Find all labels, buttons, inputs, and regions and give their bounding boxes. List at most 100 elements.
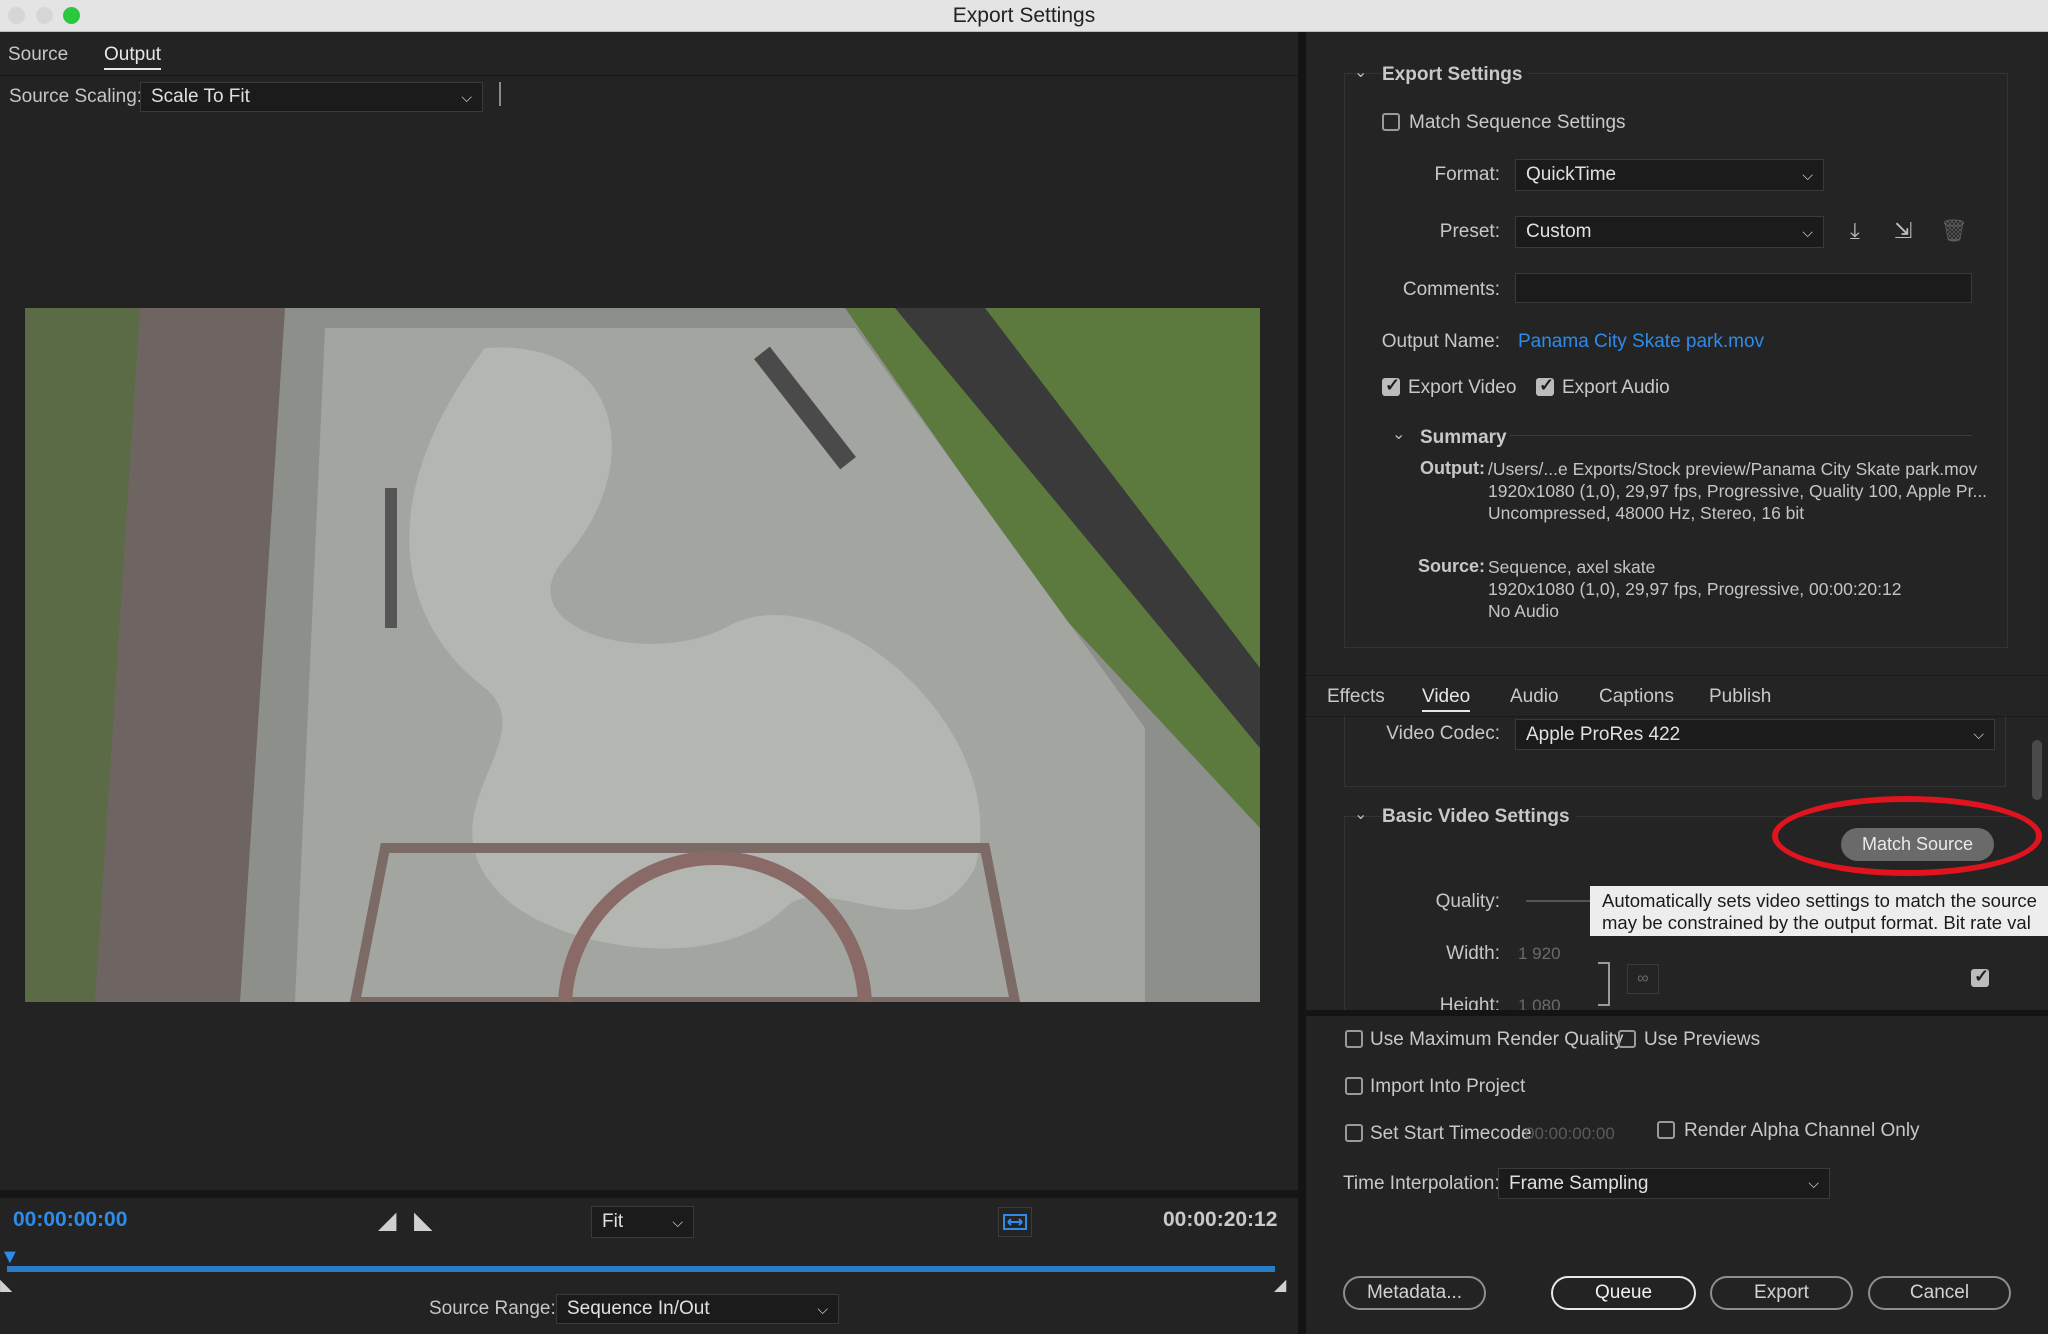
zoom-fit-value: Fit [602,1211,624,1232]
quality-label: Quality: [1435,891,1500,912]
summary-source-line: No Audio [1488,601,1560,621]
playhead-icon[interactable]: ▼ [0,1246,20,1269]
aspect-link-bracket [1598,962,1610,1006]
summary-source-text: Sequence, axel skate 1920x1080 (1,0), 29… [1488,556,2008,622]
max-render-quality-checkbox[interactable] [1345,1030,1363,1048]
match-source-button[interactable]: Match Source [1841,828,1994,861]
export-audio-checkbox[interactable] [1536,375,1554,396]
alpha-only-label: Render Alpha Channel Only [1684,1120,1920,1141]
tab-video[interactable]: Video [1422,686,1471,712]
export-settings-header[interactable]: Export Settings [1382,64,1529,86]
chevron-down-icon: ⌵ [1802,167,1813,183]
export-video-label: Export Video [1408,377,1517,398]
match-sequence-label: Match Sequence Settings [1409,112,1626,133]
alpha-only-checkbox[interactable] [1657,1121,1675,1139]
summary-header[interactable]: Summary [1420,427,1507,449]
window-title: Export Settings [952,4,1096,27]
summary-output-line: /Users/...e Exports/Stock preview/Panama… [1488,459,1978,479]
summary-output-label: Output: [1420,458,1485,478]
quality-slider[interactable] [1526,900,1596,902]
output-name-link[interactable]: Panama City Skate park.mov [1518,331,1764,353]
use-previews-label: Use Previews [1644,1029,1761,1050]
comments-field[interactable] [1515,273,1972,303]
source-scaling-dropdown[interactable]: Scale To Fit ⌵ [140,82,483,112]
output-name-label: Output Name: [1381,331,1500,352]
tooltip-line: Automatically sets video settings to mat… [1602,890,2037,911]
format-label: Format: [1434,164,1500,185]
width-override-checkbox[interactable] [1971,966,1989,987]
start-timecode-checkbox[interactable] [1345,1124,1363,1142]
time-interpolation-label: Time Interpolation: [1343,1173,1500,1194]
set-in-point-icon[interactable]: ◢ [378,1206,396,1235]
summary-output-text: /Users/...e Exports/Stock preview/Panama… [1488,458,2008,524]
aspect-correction-icon [1003,1214,1027,1230]
match-source-tooltip: Automatically sets video settings to mat… [1590,886,2048,936]
summary-output-line: Uncompressed, 48000 Hz, Stereo, 16 bit [1488,503,1805,523]
chevron-down-icon: ⌵ [461,89,472,105]
export-button[interactable]: Export [1710,1276,1853,1310]
queue-button[interactable]: Queue [1551,1276,1696,1310]
chevron-down-icon[interactable]: ⌄ [1392,424,1405,444]
zoom-fit-dropdown[interactable]: Fit ⌵ [591,1206,694,1238]
tab-publish[interactable]: Publish [1709,686,1771,708]
source-range-value: Sequence In/Out [567,1298,710,1319]
comments-label: Comments: [1402,279,1500,300]
summary-source-line: Sequence, axel skate [1488,557,1656,577]
current-timecode[interactable]: 00:00:00:00 [13,1208,127,1232]
tab-audio[interactable]: Audio [1510,686,1559,708]
use-previews-checkbox[interactable] [1618,1030,1636,1048]
width-value[interactable]: 1 920 [1518,944,1561,964]
preset-value: Custom [1526,221,1592,242]
import-project-checkbox[interactable] [1345,1077,1363,1095]
source-scaling-value: Scale To Fit [151,86,250,107]
source-range-dropdown[interactable]: Sequence In/Out ⌵ [556,1294,839,1324]
tabs-top-rule [1306,675,2048,676]
tab-captions[interactable]: Captions [1599,686,1674,708]
set-out-point-icon[interactable]: ◣ [414,1206,432,1235]
summary-output-line: 1920x1080 (1,0), 29,97 fps, Progressive,… [1488,481,1988,501]
export-video-checkbox[interactable] [1382,375,1400,396]
settings-scrollbar[interactable] [2032,740,2042,800]
tab-effects[interactable]: Effects [1327,686,1385,708]
start-timecode-value[interactable]: 00:00:00:00 [1525,1124,1615,1144]
metadata-button[interactable]: Metadata... [1343,1276,1486,1310]
chevron-down-icon[interactable]: ⌄ [1354,62,1367,82]
panel-divider[interactable] [1298,32,1306,1334]
video-codec-dropdown[interactable]: Apple ProRes 422 ⌵ [1515,719,1995,750]
source-scaling-label: Source Scaling: [9,86,143,107]
link-icon[interactable]: ∞ [1627,964,1659,994]
chevron-down-icon: ⌵ [672,1214,683,1230]
width-label: Width: [1446,943,1500,964]
aspect-toggle-button[interactable] [998,1207,1032,1237]
source-range-label: Source Range: [429,1298,556,1319]
timeline-separator [0,1190,1298,1198]
tab-output[interactable]: Output [104,44,162,70]
video-codec-value: Apple ProRes 422 [1526,724,1681,745]
end-timecode: 00:00:20:12 [1163,1208,1278,1231]
video-codec-label: Video Codec: [1386,723,1500,744]
time-interpolation-dropdown[interactable]: Frame Sampling ⌵ [1498,1168,1830,1199]
chevron-down-icon: ⌵ [1808,1175,1819,1191]
save-preset-icon[interactable]: ⤓ [1850,218,1860,244]
in-point-handle[interactable]: ◣ [0,1275,12,1295]
match-sequence-checkbox[interactable] [1382,113,1400,131]
start-timecode-label: Set Start Timecode [1370,1123,1532,1144]
tooltip-line: may be constrained by the output format.… [1602,912,2031,933]
basic-video-header[interactable]: Basic Video Settings [1382,806,1576,828]
preset-label: Preset: [1439,221,1500,242]
import-preset-icon[interactable]: ⇲ [1894,218,1912,244]
skatepark-frame-image [25,308,1260,1002]
summary-rule [1510,435,1972,436]
format-dropdown[interactable]: QuickTime ⌵ [1515,159,1824,191]
delete-preset-icon[interactable]: 🗑 [1940,218,1968,244]
cancel-button[interactable]: Cancel [1868,1276,2011,1310]
tabs-divider [0,75,1298,76]
preset-dropdown[interactable]: Custom ⌵ [1515,216,1824,248]
chevron-down-icon: ⌵ [1802,224,1813,240]
tab-source[interactable]: Source [8,44,68,66]
out-point-handle[interactable]: ◢ [1274,1275,1286,1295]
import-project-label: Import Into Project [1370,1076,1526,1097]
timeline-range-bar[interactable] [7,1266,1275,1272]
chevron-down-icon[interactable]: ⌄ [1354,804,1367,824]
summary-source-label: Source: [1417,556,1485,576]
